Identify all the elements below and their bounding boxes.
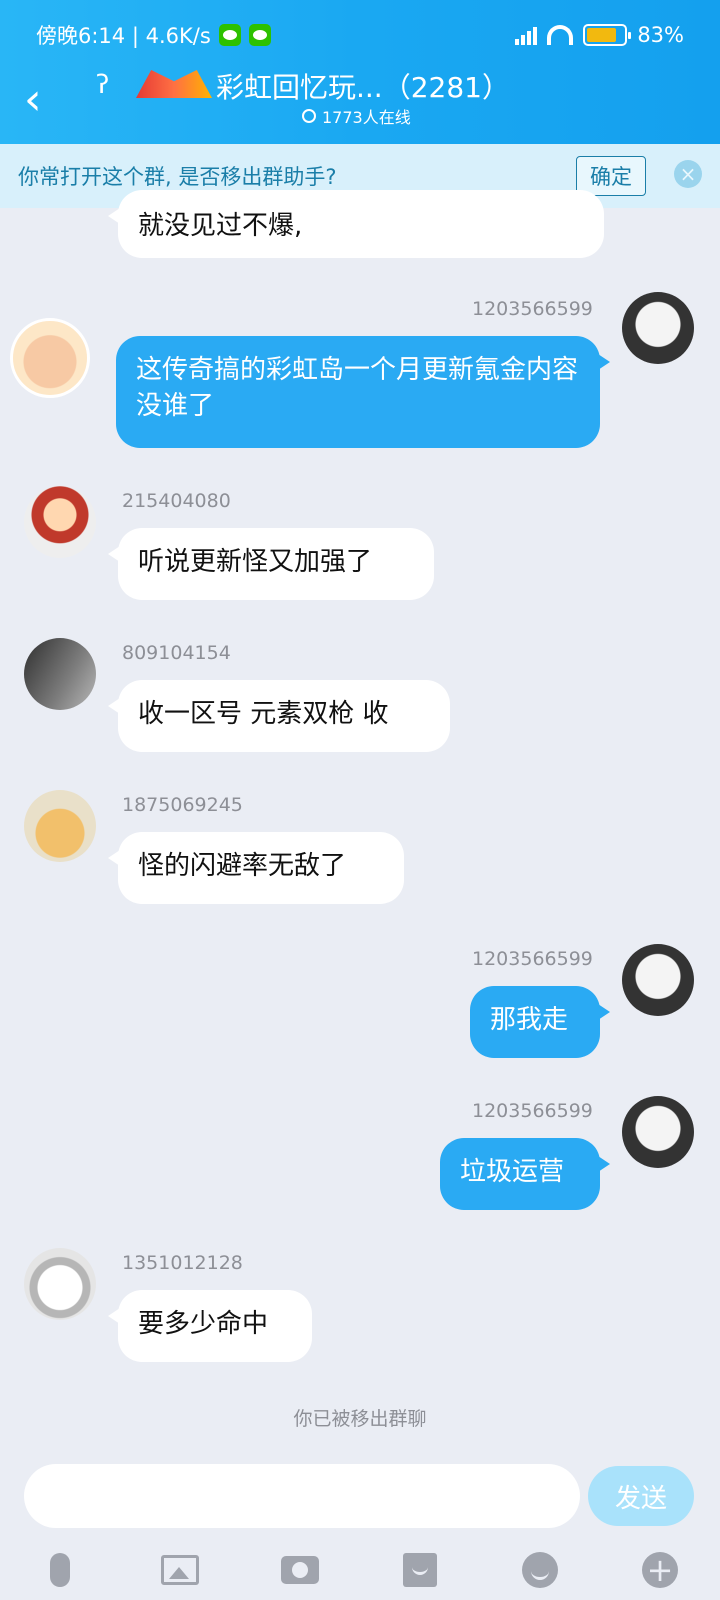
image-icon xyxy=(161,1555,199,1585)
wifi-icon xyxy=(547,25,574,45)
message-input[interactable] xyxy=(24,1464,580,1528)
avatar[interactable] xyxy=(24,790,96,862)
group-logo xyxy=(136,70,212,98)
emoji-button[interactable] xyxy=(480,1540,600,1600)
message-text: 怪的闪避率无敌了 xyxy=(138,851,347,881)
red-packet-button[interactable] xyxy=(360,1540,480,1600)
send-button[interactable]: 发送 xyxy=(588,1466,694,1526)
message-bubble[interactable]: 收一区号 元素双枪 收 xyxy=(108,680,450,752)
message-bubble[interactable]: 怪的闪避率无敌了 xyxy=(108,832,404,904)
input-row: 发送 xyxy=(0,1464,720,1532)
self-avatar[interactable] xyxy=(622,1096,694,1168)
avatar[interactable] xyxy=(10,318,90,398)
close-icon[interactable]: × xyxy=(674,160,702,188)
avatar[interactable] xyxy=(24,638,96,710)
message-text: 就没见过不爆, xyxy=(138,211,303,241)
ear-icon[interactable]: ʔ xyxy=(96,70,109,100)
mic-button[interactable] xyxy=(0,1540,120,1600)
camera-button[interactable] xyxy=(240,1540,360,1600)
status-bar: 傍晚6:14 | 4.6K/s 83% xyxy=(36,20,684,50)
wechat-icon-2 xyxy=(248,24,271,46)
message-bubble[interactable]: 就没见过不爆, xyxy=(108,190,604,258)
message-text: 那我走 xyxy=(490,1005,569,1035)
sender-id: 1203566599 xyxy=(472,1100,593,1122)
emoji-icon xyxy=(522,1552,558,1588)
nav-bar: ‹ ʔ 彩虹回忆玩...（2281） 1773人在线 xyxy=(0,60,720,140)
message-text: 这传奇搞的彩虹岛一个月更新氪金内容没谁了 xyxy=(136,355,579,421)
sender-id: 809104154 xyxy=(122,642,231,664)
time-net: 傍晚6:14 | 4.6K/s xyxy=(36,24,211,48)
message-text: 收一区号 元素双枪 收 xyxy=(138,699,389,729)
chat-header: 傍晚6:14 | 4.6K/s 83% ‹ ʔ 彩虹回忆玩...（2281） 1… xyxy=(0,0,720,144)
check-circle-icon xyxy=(302,109,316,123)
mic-icon xyxy=(50,1553,70,1587)
message-text: 垃圾运营 xyxy=(460,1157,565,1187)
sender-id: 1203566599 xyxy=(472,298,593,320)
sender-id: 1875069245 xyxy=(122,794,243,816)
battery-percent: 83% xyxy=(637,23,684,47)
plus-icon: + xyxy=(642,1552,678,1588)
plus-button[interactable]: + xyxy=(600,1540,720,1600)
message-bubble[interactable]: 那我走 xyxy=(470,986,610,1058)
signal-icon xyxy=(515,25,538,45)
input-toolbar: + xyxy=(0,1540,720,1600)
avatar[interactable] xyxy=(24,1248,96,1320)
self-avatar[interactable] xyxy=(622,944,694,1016)
self-avatar[interactable] xyxy=(622,292,694,364)
sender-id: 1351012128 xyxy=(122,1252,243,1274)
message-bubble[interactable]: 要多少命中 xyxy=(108,1290,312,1362)
battery-icon xyxy=(583,24,632,46)
message-bubble[interactable]: 垃圾运营 xyxy=(440,1138,610,1210)
online-text: 1773人在线 xyxy=(322,108,411,127)
message-text: 听说更新怪又加强了 xyxy=(138,547,373,577)
sender-id: 215404080 xyxy=(122,490,231,512)
wechat-icon xyxy=(218,24,241,46)
image-button[interactable] xyxy=(120,1540,240,1600)
avatar[interactable] xyxy=(24,486,96,558)
online-count: 1773人在线 xyxy=(302,104,411,128)
message-bubble[interactable]: 听说更新怪又加强了 xyxy=(108,528,434,600)
message-text: 要多少命中 xyxy=(138,1309,269,1339)
banner-text: 你常打开这个群, 是否移出群助手? xyxy=(18,165,337,189)
camera-icon xyxy=(281,1556,319,1584)
red-packet-icon xyxy=(403,1553,437,1587)
message-bubble[interactable]: 这传奇搞的彩虹岛一个月更新氪金内容没谁了 xyxy=(116,336,610,448)
sender-id: 1203566599 xyxy=(472,948,593,970)
back-button[interactable]: ‹ xyxy=(24,78,42,122)
group-title[interactable]: 彩虹回忆玩...（2281） xyxy=(216,66,510,106)
removed-notice: 你已被移出群聊 xyxy=(293,1408,427,1430)
